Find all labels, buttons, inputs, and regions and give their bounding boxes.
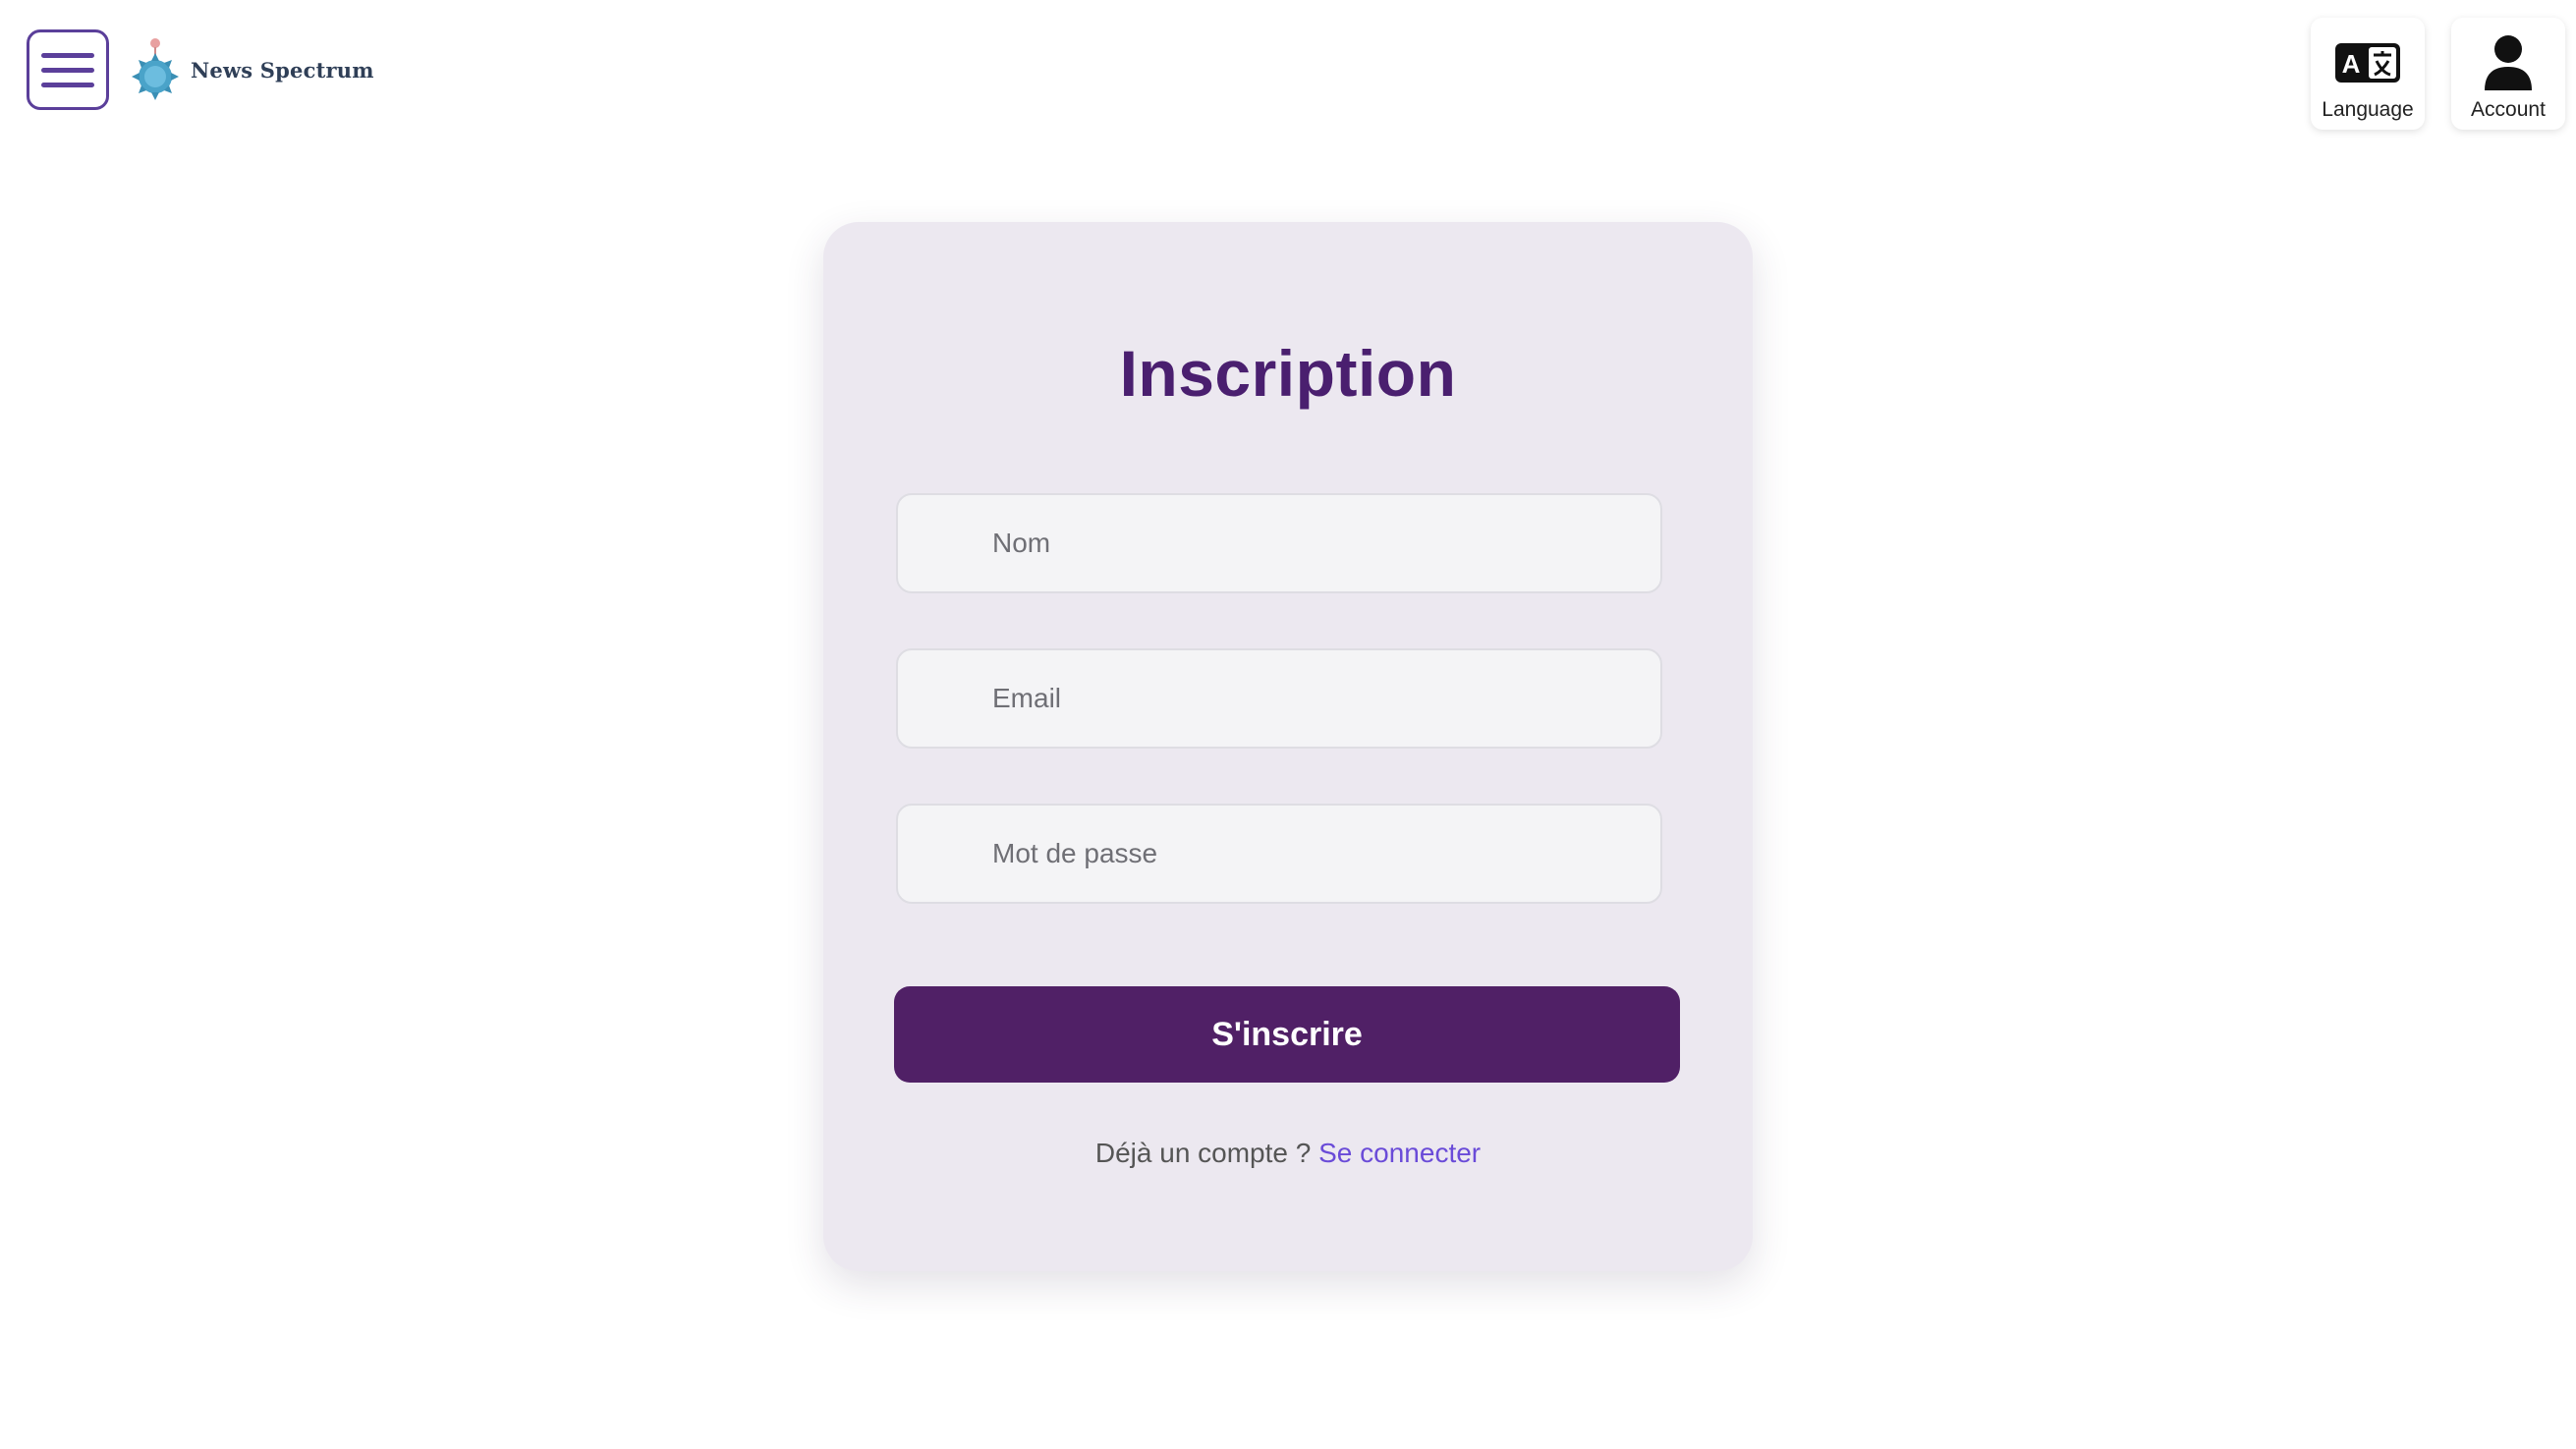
- globe-logo-icon: [130, 33, 185, 107]
- signup-button[interactable]: S'inscrire: [894, 986, 1680, 1083]
- svg-text:A: A: [2342, 49, 2361, 79]
- menu-button[interactable]: [27, 29, 109, 110]
- translate-icon: A: [2333, 31, 2402, 94]
- account-button[interactable]: Account: [2451, 18, 2565, 130]
- page-title: Inscription: [1119, 337, 1457, 410]
- account-label: Account: [2471, 98, 2546, 121]
- password-field[interactable]: [896, 804, 1662, 904]
- email-field[interactable]: [896, 648, 1662, 749]
- language-label: Language: [2322, 98, 2414, 121]
- page: News Spectrum A Language Account Inscrip…: [0, 0, 2576, 1449]
- login-prompt-line: Déjà un compte ? Se connecter: [823, 1138, 1753, 1169]
- login-link[interactable]: Se connecter: [1318, 1138, 1481, 1168]
- language-button[interactable]: A Language: [2311, 18, 2425, 130]
- brand[interactable]: News Spectrum: [130, 35, 374, 104]
- user-icon: [2481, 31, 2536, 94]
- hamburger-menu-icon: [41, 52, 94, 58]
- login-prompt-text: Déjà un compte ?: [1094, 1138, 1312, 1168]
- hamburger-menu-icon-bar: [41, 82, 94, 87]
- brand-name: News Spectrum: [191, 57, 374, 83]
- name-field[interactable]: [896, 493, 1662, 593]
- hamburger-menu-icon-bar: [41, 67, 94, 73]
